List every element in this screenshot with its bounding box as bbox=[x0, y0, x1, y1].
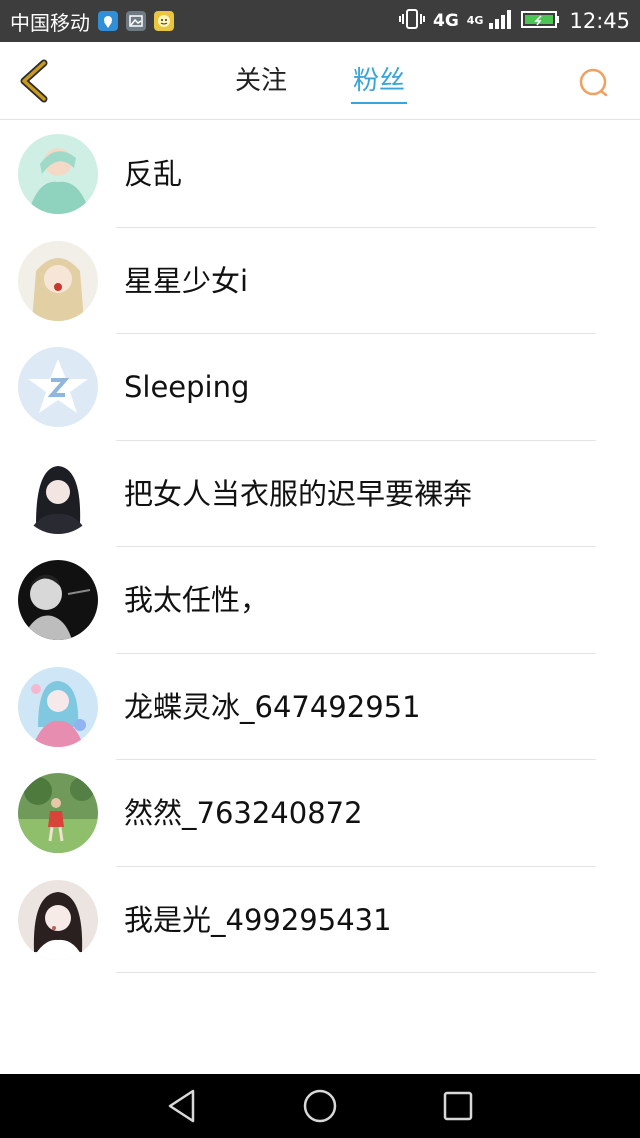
list-item[interactable]: 反乱 bbox=[0, 121, 640, 228]
fan-name: 我是光_499295431 bbox=[124, 902, 392, 937]
top-nav-header: 关注 粉丝 bbox=[0, 42, 640, 120]
fan-name: 星星少女i bbox=[124, 263, 249, 298]
system-nav-bar bbox=[0, 1074, 640, 1138]
avatar[interactable] bbox=[18, 879, 98, 960]
tab-fans[interactable]: 粉丝 bbox=[351, 42, 408, 120]
fan-name: 龙蝶灵冰_647492951 bbox=[124, 689, 421, 724]
avatar[interactable] bbox=[18, 134, 98, 214]
nav-back-button[interactable] bbox=[162, 1086, 202, 1126]
list-item[interactable]: 星星少女i bbox=[0, 228, 640, 334]
carrier-label: 中国移动 bbox=[10, 10, 90, 35]
list-item[interactable]: Sleeping bbox=[0, 334, 640, 441]
list-item[interactable]: 我是光_499295431 bbox=[0, 867, 640, 973]
avatar[interactable] bbox=[18, 560, 98, 640]
signal-icon bbox=[487, 8, 513, 35]
list-item[interactable]: 然然_763240872 bbox=[0, 760, 640, 867]
fan-name: 把女人当衣服的迟早要裸奔 bbox=[124, 476, 473, 511]
avatar[interactable] bbox=[18, 347, 98, 427]
network-type-label: 4G bbox=[432, 11, 459, 31]
fan-name: 然然_763240872 bbox=[124, 796, 363, 830]
tab-following-label: 关注 bbox=[234, 66, 287, 96]
search-button[interactable] bbox=[578, 67, 610, 99]
avatar[interactable] bbox=[18, 453, 98, 534]
nav-recent-button[interactable] bbox=[438, 1086, 478, 1126]
recent-square-icon bbox=[443, 1091, 473, 1121]
fan-name: 反乱 bbox=[124, 157, 183, 191]
fans-list: 反乱 星星少女i Sleeping 把女人当衣服的迟早要裸奔 我太任性， 龙蝶灵 bbox=[0, 121, 640, 973]
vibrate-icon bbox=[398, 8, 425, 35]
status-bar: 中国移动 4G 4G 12:45 bbox=[0, 0, 640, 42]
avatar[interactable] bbox=[18, 240, 98, 321]
list-item[interactable]: 把女人当衣服的迟早要裸奔 bbox=[0, 441, 640, 547]
fan-name: 我太任性， bbox=[124, 583, 270, 617]
avatar[interactable] bbox=[18, 666, 98, 747]
emoji-app-icon bbox=[154, 11, 174, 31]
fan-name: Sleeping bbox=[124, 370, 250, 404]
follow-tabs: 关注 粉丝 bbox=[0, 42, 640, 120]
search-icon bbox=[579, 68, 608, 97]
image-icon bbox=[126, 11, 146, 31]
battery-icon bbox=[521, 8, 561, 35]
back-triangle-icon bbox=[168, 1089, 195, 1123]
tab-following[interactable]: 关注 bbox=[233, 42, 289, 120]
nav-home-button[interactable] bbox=[300, 1086, 340, 1126]
divider bbox=[116, 972, 596, 973]
clock-label: 12:45 bbox=[569, 9, 630, 33]
location-icon bbox=[98, 11, 118, 31]
home-circle-icon bbox=[303, 1089, 337, 1123]
network-type-secondary-label: 4G bbox=[466, 13, 484, 27]
list-item[interactable]: 龙蝶灵冰_647492951 bbox=[0, 654, 640, 760]
list-item[interactable]: 我太任性， bbox=[0, 547, 640, 654]
tab-fans-label: 粉丝 bbox=[353, 66, 406, 96]
avatar[interactable] bbox=[18, 773, 98, 853]
active-tab-underline bbox=[351, 102, 408, 104]
